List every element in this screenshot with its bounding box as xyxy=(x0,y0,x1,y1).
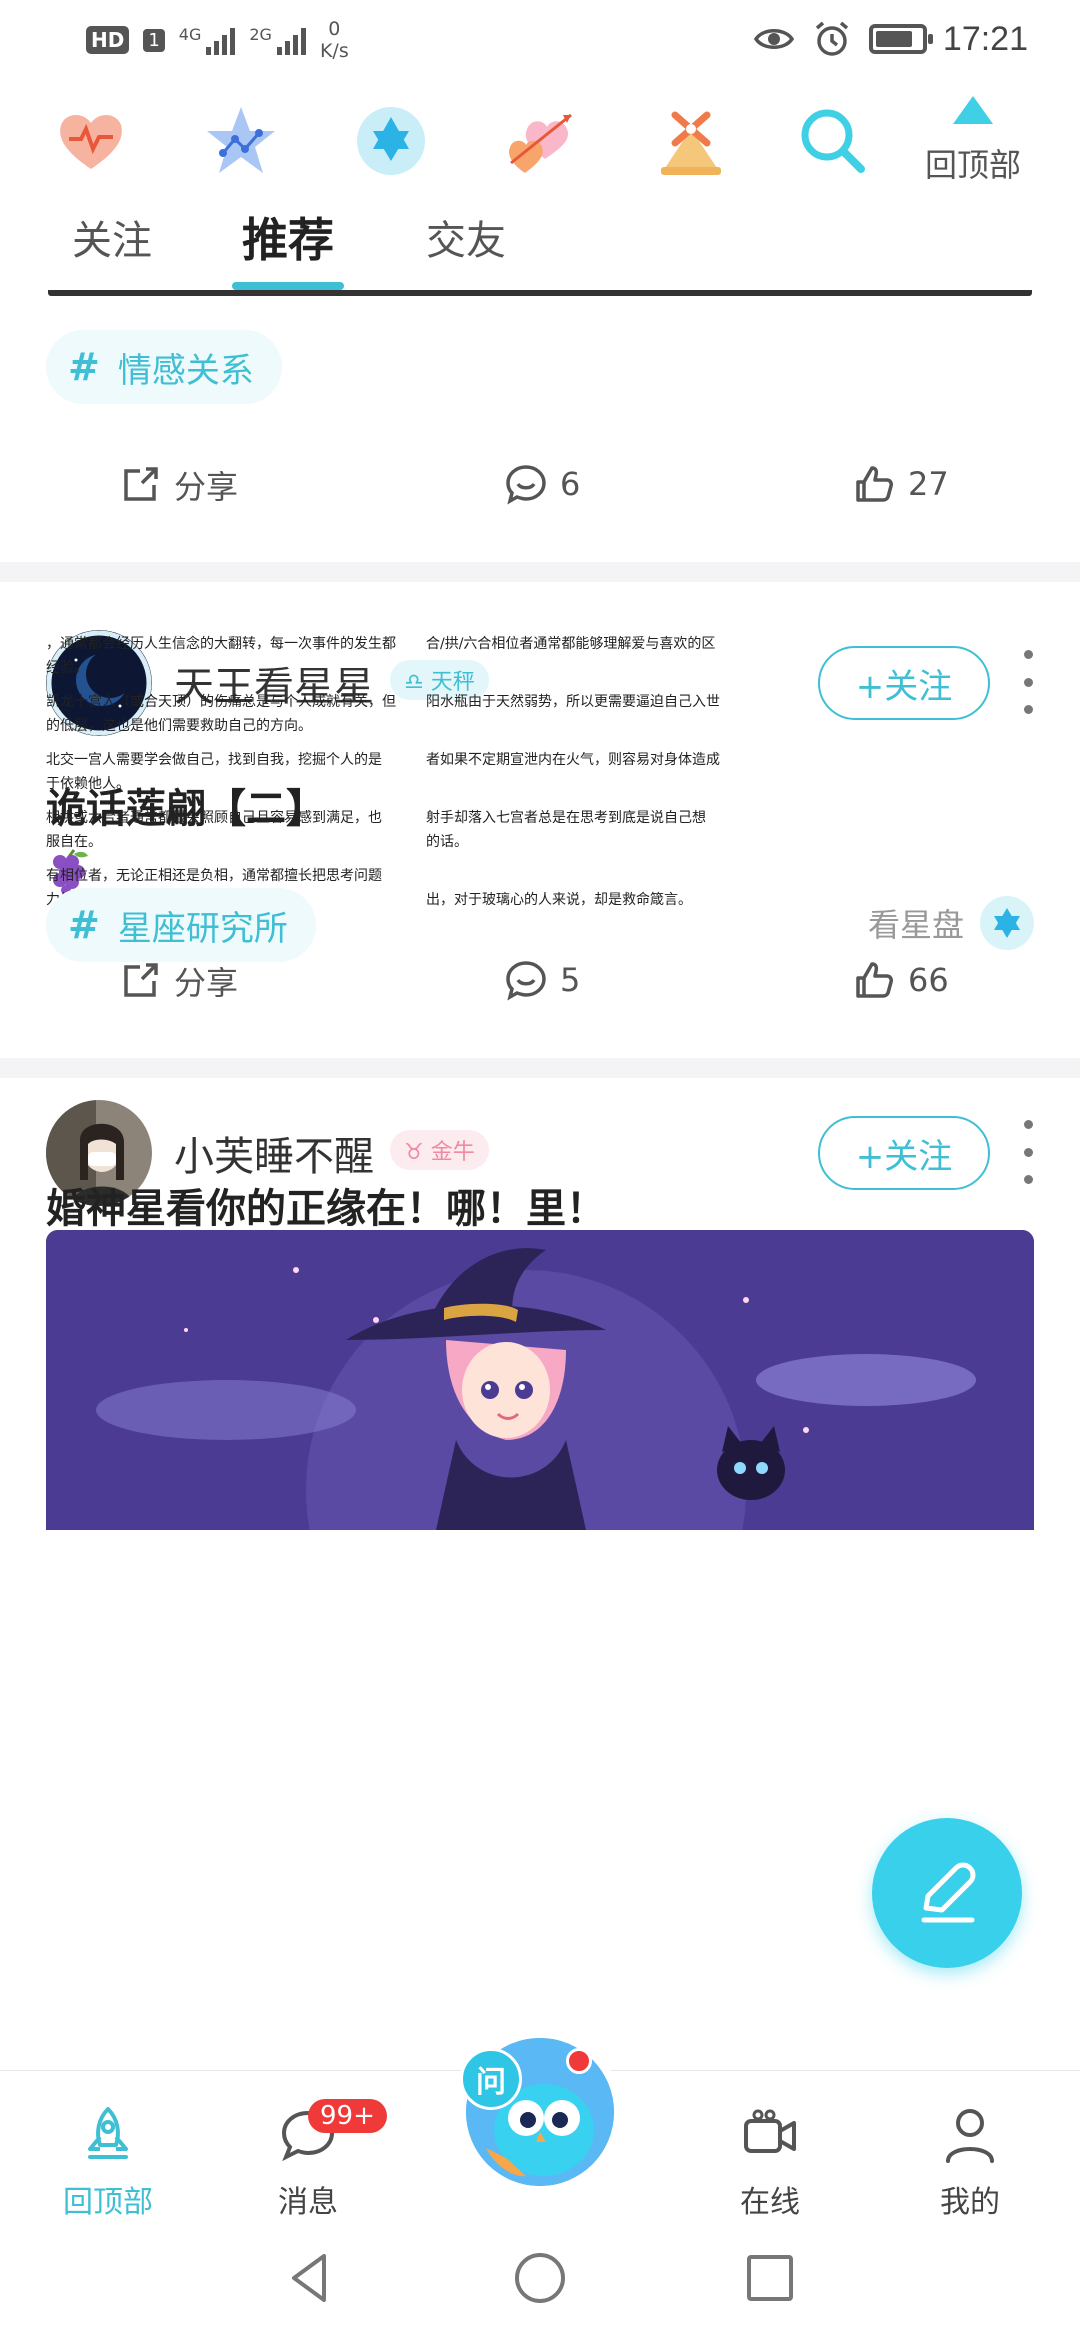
share-button[interactable]: 分享 xyxy=(118,462,238,508)
star-chart-icon[interactable] xyxy=(196,96,286,186)
battery-fill xyxy=(875,31,912,47)
shortcut-icon-row: 回顶部 xyxy=(0,96,1080,196)
person-icon xyxy=(946,2109,994,2163)
post-text-image[interactable]: ，通常都会经历人生信念的大翻转，每一次事件的发生都 经验。 凯龙十宫人（或合天顶… xyxy=(46,632,806,908)
heart-pulse-icon[interactable] xyxy=(46,96,136,186)
thumbs-up-icon xyxy=(856,962,893,998)
alarm-icon xyxy=(815,21,849,56)
more-options-icon[interactable] xyxy=(1020,1120,1036,1184)
sim-badge: 1 xyxy=(143,28,165,52)
video-camera-icon xyxy=(744,2109,796,2153)
follow-button[interactable]: +关注 xyxy=(818,646,990,720)
share-icon xyxy=(124,467,158,501)
windmill-icon[interactable] xyxy=(646,96,736,186)
more-options-icon[interactable] xyxy=(1020,650,1036,714)
feed[interactable]: # 情感关系 分享 6 27 天王看星星 ♎ 天秤 +关注 诡话莲翩【二】 ，通… xyxy=(0,290,1080,2070)
post-title[interactable]: 婚神星看你的正缘在！哪！里！ xyxy=(46,1176,606,1234)
pencil-icon xyxy=(921,1862,976,1923)
back-to-top-button[interactable]: 回顶部 xyxy=(918,96,1028,186)
message-badge: 99+ xyxy=(308,2099,387,2133)
topic-tag-label: 星座研究所 xyxy=(117,908,288,949)
comment-count: 6 xyxy=(560,465,581,503)
post-actions: 分享 6 27 xyxy=(0,462,1080,522)
arrow-up-icon xyxy=(953,96,993,124)
like-count: 66 xyxy=(908,961,949,999)
feed-tabs: 关注 推荐 交友 xyxy=(0,208,1080,298)
status-right: 17:21 xyxy=(753,18,1028,60)
network-label: 4G xyxy=(178,25,202,44)
net-speed-unit: K/s xyxy=(319,40,349,62)
search-icon[interactable] xyxy=(788,96,878,186)
comment-count: 5 xyxy=(560,961,581,999)
text-image-right-column: 合/拱/六合相位者通常都能够理解爱与喜欢的区 阳水瓶由于天然弱势，所以更需要逼迫… xyxy=(426,636,720,908)
back-triangle-icon[interactable] xyxy=(280,2248,340,2308)
active-tab-indicator xyxy=(232,282,344,290)
hexagram-icon xyxy=(980,896,1034,950)
nav-item-profile[interactable]: 我的 xyxy=(910,2105,1030,2221)
share-button[interactable]: 分享 xyxy=(118,958,238,1004)
nav-label: 我的 xyxy=(940,2185,1000,2220)
home-circle-icon[interactable] xyxy=(510,2248,570,2308)
post-actions: 分享 5 66 xyxy=(0,958,1080,1018)
hash-icon: # xyxy=(68,345,100,389)
comment-icon xyxy=(506,961,546,1001)
thumbs-up-icon xyxy=(856,466,893,502)
status-left: HD 1 4G 2G 0 K/s xyxy=(86,18,349,62)
share-label: 分享 xyxy=(174,964,239,1002)
rocket-icon xyxy=(88,2107,128,2159)
tab-following[interactable]: 关注 xyxy=(72,208,152,266)
system-navigation-bar xyxy=(0,2226,1080,2340)
share-label: 分享 xyxy=(174,468,239,506)
network-label: 2G xyxy=(249,25,272,44)
post-divider xyxy=(0,562,1080,582)
hexagram-icon[interactable] xyxy=(346,96,436,186)
username[interactable]: 小芙睡不醒 xyxy=(174,1124,374,1182)
nav-label: 在线 xyxy=(740,2185,800,2220)
status-bar: HD 1 4G 2G 0 K/s 17:21 xyxy=(0,0,1080,84)
eye-icon xyxy=(753,29,794,49)
net-speed: 0 K/s xyxy=(320,18,349,62)
follow-button[interactable]: +关注 xyxy=(818,1116,990,1190)
topic-tag-label: 情感关系 xyxy=(117,350,254,391)
battery-icon xyxy=(868,24,933,54)
view-chart-label: 看星盘 xyxy=(867,906,964,944)
post-divider xyxy=(0,1058,1080,1078)
nav-label: 回顶部 xyxy=(63,2185,153,2220)
tab-friends[interactable]: 交友 xyxy=(426,208,506,266)
back-to-top-label: 回顶部 xyxy=(924,146,1021,184)
post-banner-image[interactable] xyxy=(46,1230,1034,1530)
like-count: 27 xyxy=(908,465,949,503)
signal-4g-icon: 4G xyxy=(179,25,236,55)
topic-tag[interactable]: # 情感关系 xyxy=(46,330,282,404)
comment-button[interactable]: 5 xyxy=(504,958,580,1002)
zodiac-badge: ♉ 金牛 xyxy=(390,1130,489,1170)
like-button[interactable]: 27 xyxy=(852,462,949,506)
notification-dot xyxy=(566,2048,592,2074)
comment-icon xyxy=(506,465,546,505)
nav-item-back-to-top[interactable]: 回顶部 xyxy=(48,2105,168,2221)
nav-label: 消息 xyxy=(278,2185,338,2220)
nav-item-messages[interactable]: 99+ 消息 xyxy=(248,2099,387,2221)
topic-tag[interactable]: # 星座研究所 xyxy=(46,888,316,962)
previous-post-image-edge xyxy=(48,290,1032,296)
share-icon xyxy=(124,963,158,997)
witch-illustration xyxy=(46,1230,1034,1530)
hash-icon: # xyxy=(68,903,100,947)
recents-square-icon[interactable] xyxy=(740,2248,800,2308)
net-speed-value: 0 xyxy=(328,18,341,40)
compose-post-button[interactable] xyxy=(872,1818,1022,1968)
view-chart-link[interactable]: 看星盘 xyxy=(868,896,1034,950)
nav-item-online[interactable]: 在线 xyxy=(710,2105,830,2221)
signal-2g-icon: 2G xyxy=(249,25,306,55)
clock: 17:21 xyxy=(942,19,1028,58)
comment-button[interactable]: 6 xyxy=(504,462,580,506)
ask-badge[interactable]: 问 xyxy=(460,2048,522,2110)
like-button[interactable]: 66 xyxy=(852,958,949,1002)
tab-recommended[interactable]: 推荐 xyxy=(242,204,334,270)
hearts-cupid-icon[interactable] xyxy=(496,96,586,186)
hd-badge: HD xyxy=(86,26,130,54)
